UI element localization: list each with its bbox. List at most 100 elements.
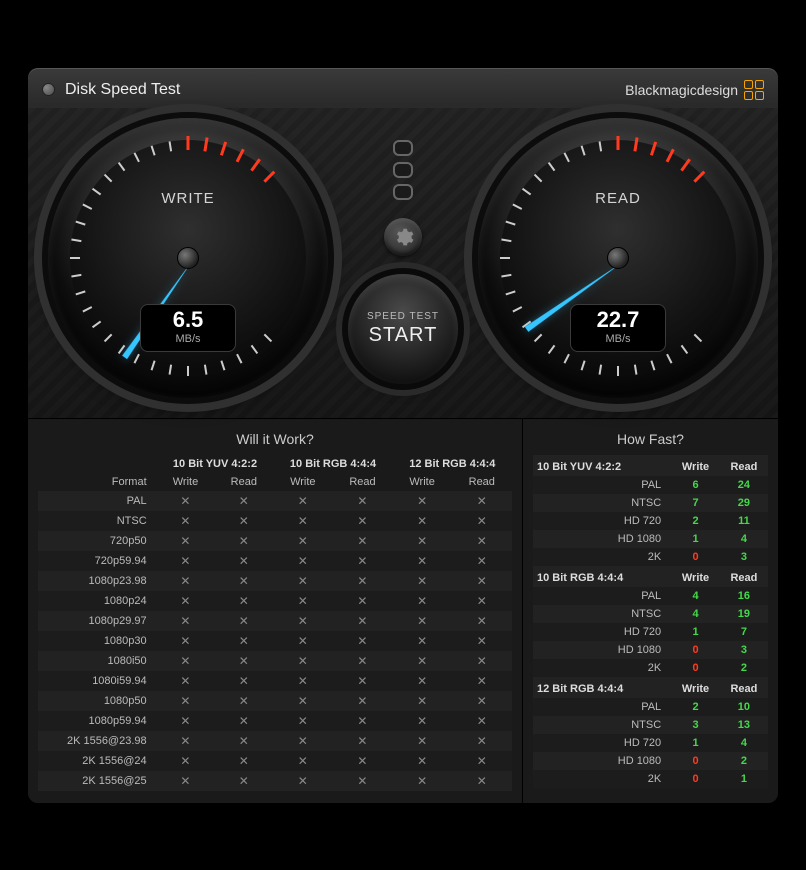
fail-icon: ✕ xyxy=(273,651,332,671)
fail-icon: ✕ xyxy=(214,531,273,551)
fail-icon: ✕ xyxy=(157,671,215,691)
fail-icon: ✕ xyxy=(332,771,392,791)
format-label: 1080p59.94 xyxy=(38,711,157,731)
disk-speed-test-window: Disk Speed Test Blackmagicdesign WRITE 6… xyxy=(28,68,778,803)
fail-icon: ✕ xyxy=(452,611,512,631)
fail-icon: ✕ xyxy=(332,651,392,671)
fail-icon: ✕ xyxy=(452,491,512,511)
will-it-work-panel: Will it Work? 10 Bit YUV 4:2:2 10 Bit RG… xyxy=(28,419,523,803)
table-row: NTSC 3 13 xyxy=(533,716,768,734)
table-row: 2K 1556@24✕✕✕✕✕✕ xyxy=(38,751,512,771)
read-fps: 16 xyxy=(720,587,768,605)
titlebar: Disk Speed Test Blackmagicdesign xyxy=(28,68,778,108)
fail-icon: ✕ xyxy=(452,551,512,571)
wiw-col-header: Write xyxy=(273,473,332,491)
table-row: 2K 1556@23.98✕✕✕✕✕✕ xyxy=(38,731,512,751)
table-row: 1080p24✕✕✕✕✕✕ xyxy=(38,591,512,611)
fail-icon: ✕ xyxy=(393,731,452,751)
read-fps: 1 xyxy=(720,770,768,788)
format-label: PAL xyxy=(533,476,671,494)
format-label: 1080p24 xyxy=(38,591,157,611)
table-row: PAL 6 24 xyxy=(533,476,768,494)
fail-icon: ✕ xyxy=(157,651,215,671)
fail-icon: ✕ xyxy=(273,691,332,711)
fail-icon: ✕ xyxy=(157,531,215,551)
format-label: 720p50 xyxy=(38,531,157,551)
fail-icon: ✕ xyxy=(214,651,273,671)
read-gauge-label: READ xyxy=(478,190,758,207)
format-label: PAL xyxy=(533,698,671,716)
close-button[interactable] xyxy=(42,83,55,96)
fail-icon: ✕ xyxy=(273,611,332,631)
indicator-pill xyxy=(393,184,413,200)
fail-icon: ✕ xyxy=(273,771,332,791)
fail-icon: ✕ xyxy=(214,551,273,571)
how-fast-title: How Fast? xyxy=(533,427,768,455)
read-fps: 10 xyxy=(720,698,768,716)
format-label: 2K 1556@24 xyxy=(38,751,157,771)
fail-icon: ✕ xyxy=(273,711,332,731)
fail-icon: ✕ xyxy=(157,771,215,791)
fail-icon: ✕ xyxy=(332,491,392,511)
format-label: 1080i59.94 xyxy=(38,671,157,691)
fail-icon: ✕ xyxy=(393,671,452,691)
fail-icon: ✕ xyxy=(452,651,512,671)
write-fps: 0 xyxy=(671,659,720,677)
read-fps: 19 xyxy=(720,605,768,623)
read-gauge: READ 22.7 MB/s xyxy=(478,118,758,398)
table-row: NTSC 7 29 xyxy=(533,494,768,512)
read-fps: 11 xyxy=(720,512,768,530)
fail-icon: ✕ xyxy=(332,711,392,731)
table-row: NTSC 4 19 xyxy=(533,605,768,623)
how-fast-table: 10 Bit YUV 4:2:2WriteReadPAL 6 24NTSC 7 … xyxy=(533,455,768,788)
format-label: HD 1080 xyxy=(533,530,671,548)
write-fps: 6 xyxy=(671,476,720,494)
fail-icon: ✕ xyxy=(214,631,273,651)
start-button[interactable]: SPEED TEST START xyxy=(348,274,458,384)
read-fps: 24 xyxy=(720,476,768,494)
table-row: 2K 0 2 xyxy=(533,659,768,677)
format-label: HD 720 xyxy=(533,512,671,530)
settings-button[interactable] xyxy=(384,218,422,256)
fail-icon: ✕ xyxy=(273,751,332,771)
read-fps: 7 xyxy=(720,623,768,641)
fail-icon: ✕ xyxy=(214,731,273,751)
table-row: 1080i50✕✕✕✕✕✕ xyxy=(38,651,512,671)
fail-icon: ✕ xyxy=(452,731,512,751)
format-label: 1080i50 xyxy=(38,651,157,671)
brand-label: Blackmagicdesign xyxy=(625,82,738,98)
format-label: 1080p30 xyxy=(38,631,157,651)
write-fps: 2 xyxy=(671,698,720,716)
wiw-col-header: Read xyxy=(214,473,273,491)
format-label: 2K xyxy=(533,659,671,677)
table-row: 720p59.94✕✕✕✕✕✕ xyxy=(38,551,512,571)
fail-icon: ✕ xyxy=(273,631,332,651)
fail-icon: ✕ xyxy=(214,671,273,691)
section-header: 10 Bit YUV 4:2:2WriteRead xyxy=(533,455,768,476)
fail-icon: ✕ xyxy=(332,531,392,551)
fail-icon: ✕ xyxy=(214,711,273,731)
write-fps: 1 xyxy=(671,530,720,548)
fail-icon: ✕ xyxy=(452,511,512,531)
table-row: 2K 0 3 xyxy=(533,548,768,566)
table-row: 2K 0 1 xyxy=(533,770,768,788)
format-label: 1080p29.97 xyxy=(38,611,157,631)
format-label: NTSC xyxy=(38,511,157,531)
write-fps: 4 xyxy=(671,605,720,623)
write-fps: 2 xyxy=(671,512,720,530)
fail-icon: ✕ xyxy=(332,731,392,751)
fail-icon: ✕ xyxy=(332,691,392,711)
table-row: HD 1080 1 4 xyxy=(533,530,768,548)
table-row: 1080p50✕✕✕✕✕✕ xyxy=(38,691,512,711)
wiw-col-header: Write xyxy=(157,473,215,491)
start-subtitle: SPEED TEST xyxy=(367,311,439,322)
table-row: 1080i59.94✕✕✕✕✕✕ xyxy=(38,671,512,691)
table-row: PAL 4 16 xyxy=(533,587,768,605)
read-fps: 13 xyxy=(720,716,768,734)
section-header: 12 Bit RGB 4:4:4WriteRead xyxy=(533,677,768,698)
write-fps: 3 xyxy=(671,716,720,734)
format-label: 2K 1556@25 xyxy=(38,771,157,791)
fail-icon: ✕ xyxy=(393,611,452,631)
fail-icon: ✕ xyxy=(157,751,215,771)
table-row: HD 720 2 11 xyxy=(533,512,768,530)
